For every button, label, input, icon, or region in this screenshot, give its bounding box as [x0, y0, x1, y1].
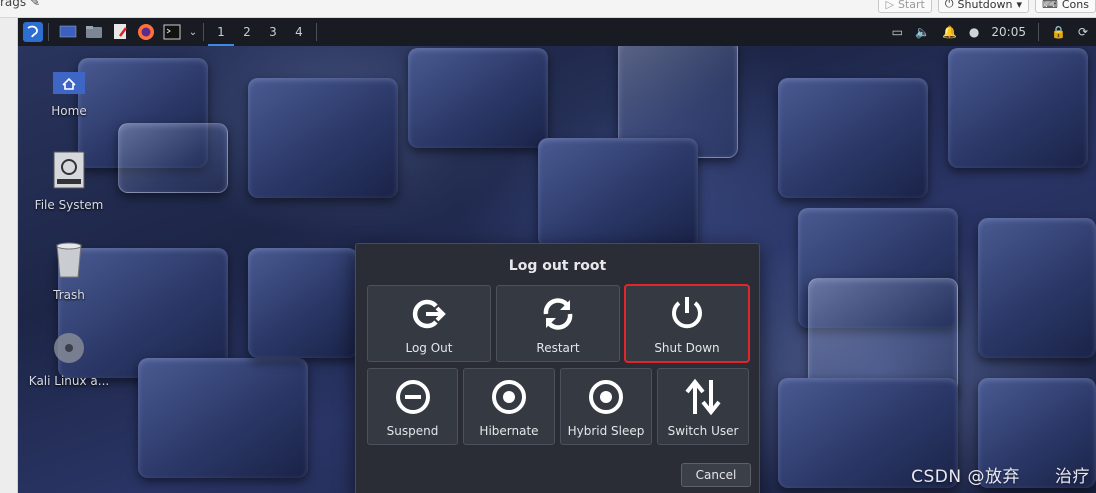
- host-start-button[interactable]: ▷ Start: [878, 0, 932, 13]
- hibernate-button[interactable]: Hibernate: [463, 368, 555, 445]
- top-panel: ⌄ 1 2 3 4 ▭ 🔈 🔔 ● 20:05 🔒 ⟳: [18, 18, 1096, 46]
- window-icon[interactable]: ▭: [892, 25, 903, 39]
- shutdown-label: Shut Down: [654, 341, 720, 355]
- terminal-icon[interactable]: [161, 21, 183, 43]
- restart-icon: [497, 297, 619, 331]
- workspace-2[interactable]: 2: [234, 25, 260, 39]
- desktop-icon-file-system[interactable]: File System: [21, 151, 117, 212]
- host-toolbar: rags ✎ ▷ Start ⏻ Shutdown ▾ ⌨ Cons: [0, 0, 1096, 18]
- switch-user-button[interactable]: Switch User: [657, 368, 749, 445]
- show-desktop-icon[interactable]: [57, 21, 79, 43]
- desktop-icon-label: Home: [51, 104, 87, 118]
- switch-user-icon: [658, 378, 748, 416]
- dialog-title: Log out root: [508, 258, 607, 274]
- restart-button[interactable]: Restart: [496, 285, 620, 362]
- hibernate-label: Hibernate: [479, 424, 539, 438]
- desktop-icon-home[interactable]: Home: [21, 71, 117, 118]
- desktop: ⌄ 1 2 3 4 ▭ 🔈 🔔 ● 20:05 🔒 ⟳ Home File Sy…: [18, 18, 1096, 493]
- cancel-button[interactable]: Cancel: [681, 463, 751, 487]
- firefox-icon[interactable]: [135, 21, 157, 43]
- text-editor-icon[interactable]: [109, 21, 131, 43]
- hybrid-sleep-icon: [561, 379, 651, 415]
- hybrid-sleep-button[interactable]: Hybrid Sleep: [560, 368, 652, 445]
- logout-dialog: Log out root Log Out Restart Shut Down S…: [355, 243, 760, 493]
- suspend-button[interactable]: Suspend: [367, 368, 458, 445]
- home-folder-icon: [21, 71, 117, 98]
- host-side-strip: [0, 18, 18, 493]
- power-menu-icon[interactable]: ⟳: [1078, 25, 1088, 39]
- clock[interactable]: 20:05: [991, 25, 1026, 39]
- workspace-3[interactable]: 3: [260, 25, 286, 39]
- suspend-icon: [368, 379, 457, 415]
- clock-dot-icon: ●: [968, 25, 980, 39]
- workspace-1[interactable]: 1: [208, 18, 234, 46]
- hybrid-sleep-label: Hybrid Sleep: [567, 424, 645, 438]
- restart-label: Restart: [536, 341, 580, 355]
- power-icon: [626, 294, 748, 332]
- workspace-4[interactable]: 4: [286, 25, 312, 39]
- chevron-down-icon[interactable]: ⌄: [187, 21, 199, 43]
- desktop-icon-label: Trash: [53, 288, 85, 302]
- shutdown-button[interactable]: Shut Down: [624, 284, 750, 363]
- desktop-icon-kali-media[interactable]: Kali Linux a...: [21, 331, 117, 388]
- suspend-label: Suspend: [386, 424, 439, 438]
- notification-bell-icon[interactable]: 🔔: [942, 25, 957, 39]
- switch-user-label: Switch User: [667, 424, 739, 438]
- desktop-icon-label: Kali Linux a...: [28, 374, 110, 388]
- host-console-button[interactable]: ⌨ Cons: [1034, 0, 1096, 13]
- drive-icon: [21, 151, 117, 192]
- logout-icon: [368, 297, 490, 331]
- lock-icon[interactable]: 🔒: [1051, 25, 1066, 39]
- cd-icon: [21, 331, 117, 368]
- watermark: CSDN @放弃 治疗: [911, 467, 1090, 487]
- desktop-icon-trash[interactable]: Trash: [21, 241, 117, 302]
- logout-label: Log Out: [405, 341, 453, 355]
- file-manager-icon[interactable]: [83, 21, 105, 43]
- kali-menu-icon[interactable]: [22, 21, 44, 43]
- trash-icon: [21, 241, 117, 282]
- host-left-text: rags ✎: [0, 0, 41, 9]
- hibernate-icon: [464, 379, 554, 415]
- volume-icon[interactable]: 🔈: [915, 25, 930, 39]
- desktop-icon-label: File System: [34, 198, 104, 212]
- logout-button[interactable]: Log Out: [367, 285, 491, 362]
- host-shutdown-button[interactable]: ⏻ Shutdown ▾: [937, 0, 1029, 13]
